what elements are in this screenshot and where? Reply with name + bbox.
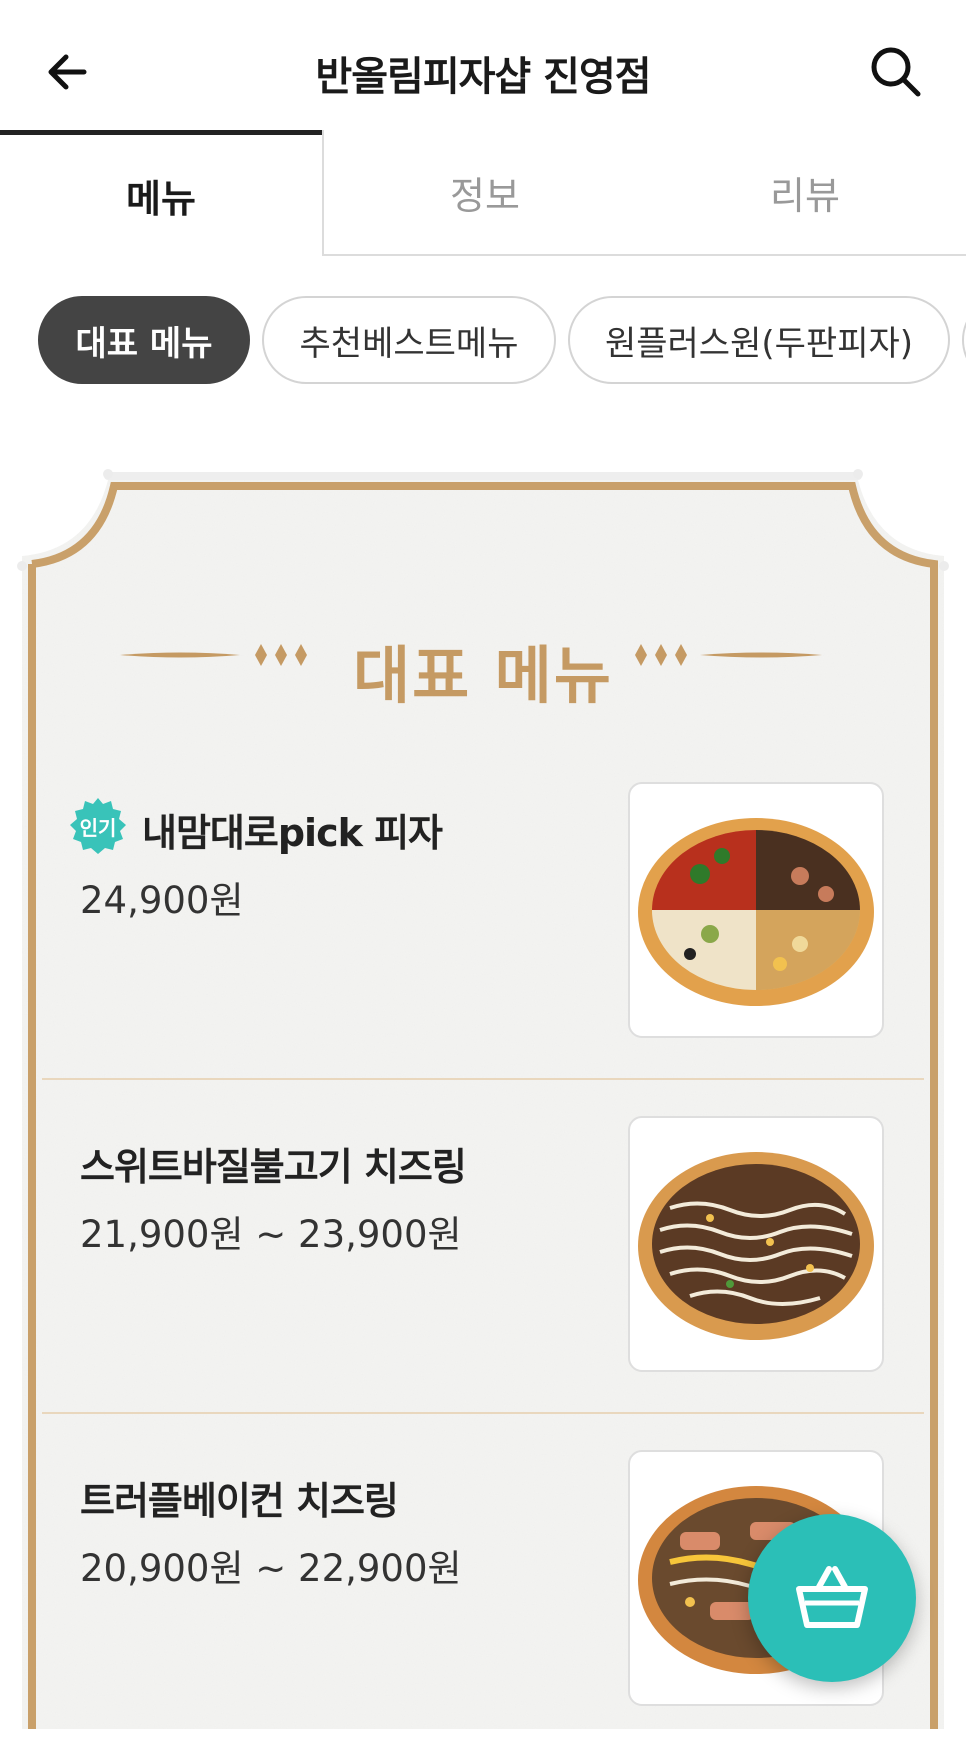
chip-signature-menu[interactable]: 대표 메뉴 xyxy=(38,296,250,384)
category-chips: 대표 메뉴 추천베스트메뉴 원플러스원(두판피자) xyxy=(0,296,966,388)
menu-item-price: 21,900원 ~ 23,900원 xyxy=(80,1213,462,1256)
search-icon xyxy=(871,47,921,97)
shopping-basket-icon xyxy=(796,1566,868,1628)
chip-recommended-best[interactable]: 추천베스트메뉴 xyxy=(262,296,556,384)
search-button[interactable] xyxy=(866,42,926,102)
app-header: 반올림피자샵 진영점 xyxy=(0,0,966,130)
menu-item-image xyxy=(628,782,884,1038)
menu-item-price: 20,900원 ~ 22,900원 xyxy=(80,1547,462,1590)
menu-item-name: 스위트바질불고기 치즈링 xyxy=(80,1145,467,1189)
menu-item[interactable]: 인기 내맘대로pick 피자 24,900원 xyxy=(42,746,924,1080)
popular-badge: 인기 xyxy=(68,796,128,856)
store-title: 반올림피자샵 진영점 xyxy=(315,54,651,100)
menu-item[interactable]: 스위트바질불고기 치즈링 21,900원 ~ 23,900원 xyxy=(42,1080,924,1414)
tab-info[interactable]: 정보 xyxy=(322,130,646,256)
pizza-image xyxy=(638,1152,874,1340)
menu-item-name: 트러플베이컨 치즈링 xyxy=(80,1479,399,1523)
section-title: 대표 메뉴 xyxy=(353,639,613,712)
tab-menu[interactable]: 메뉴 xyxy=(0,130,322,256)
cart-button[interactable] xyxy=(748,1514,916,1682)
menu-item-image xyxy=(628,1116,884,1372)
chip-one-plus-one[interactable]: 원플러스원(두판피자) xyxy=(568,296,950,384)
ornament-right-icon xyxy=(635,644,822,666)
popular-badge-label: 인기 xyxy=(79,816,117,840)
store-tabs: 메뉴 정보 리뷰 xyxy=(0,130,966,258)
menu-item-name: 내맘대로pick 피자 xyxy=(142,811,443,855)
chip-next[interactable] xyxy=(962,296,966,384)
menu-item-price: 24,900원 xyxy=(80,879,244,922)
pizza-image xyxy=(638,818,874,1006)
tab-review[interactable]: 리뷰 xyxy=(644,130,966,256)
